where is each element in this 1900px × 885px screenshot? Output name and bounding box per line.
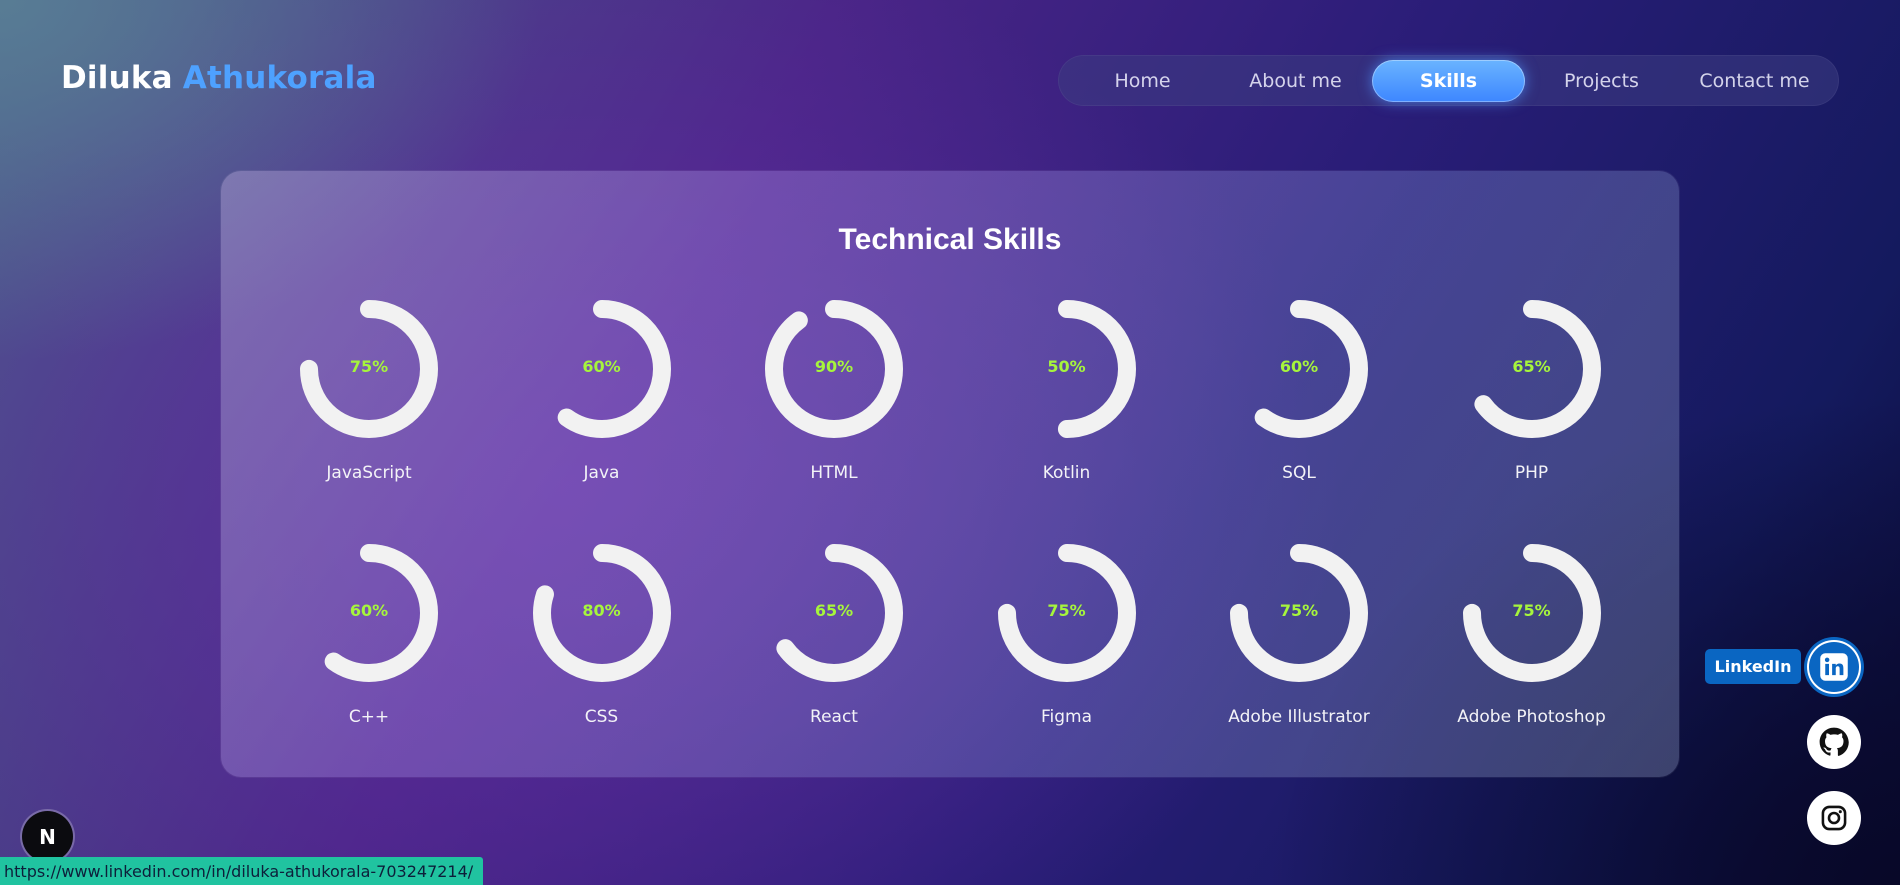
skill-name: SQL xyxy=(1282,463,1316,483)
skill-item: 65% PHP xyxy=(1432,299,1632,483)
skill-percent: 60% xyxy=(582,357,621,376)
skill-progress-ring: 60% xyxy=(299,543,439,683)
nav-projects[interactable]: Projects xyxy=(1525,60,1678,102)
skill-name: React xyxy=(810,707,858,727)
skill-progress-ring: 60% xyxy=(532,299,672,439)
skill-percent: 60% xyxy=(349,601,389,620)
nav-home[interactable]: Home xyxy=(1066,60,1219,102)
site-logo[interactable]: Diluka Athukorala xyxy=(61,60,377,96)
skill-item: 60% SQL xyxy=(1199,299,1399,483)
skill-item: 75% Figma xyxy=(967,543,1167,727)
skill-item: 60% C++ xyxy=(269,543,469,727)
skill-progress-ring: 75% xyxy=(1462,543,1602,683)
skill-name: JavaScript xyxy=(326,463,412,483)
linkedin-icon xyxy=(1820,653,1848,681)
main-nav: Home About me Skills Projects Contact me xyxy=(1058,55,1839,106)
github-button[interactable] xyxy=(1807,715,1861,769)
skill-name: Kotlin xyxy=(1042,463,1091,483)
instagram-icon xyxy=(1821,805,1847,831)
skill-item: 50% Kotlin xyxy=(967,299,1167,483)
skill-progress-ring: 80% xyxy=(532,543,672,683)
skill-progress-ring: 75% xyxy=(1229,543,1369,683)
skill-progress-ring: 50% xyxy=(997,299,1137,439)
skill-item: 90% HTML xyxy=(734,299,934,483)
skill-item: 75% Adobe Photoshop xyxy=(1432,543,1632,727)
skill-percent: 80% xyxy=(582,601,621,620)
skill-progress-ring: 60% xyxy=(1229,299,1369,439)
skill-name: Adobe Illustrator xyxy=(1228,707,1370,727)
skill-name: Figma xyxy=(1040,707,1093,727)
skill-name: Java xyxy=(583,463,620,483)
instagram-button[interactable] xyxy=(1807,791,1861,845)
skill-item: 75% Adobe Illustrator xyxy=(1199,543,1399,727)
skill-name: PHP xyxy=(1514,463,1549,483)
nav-about[interactable]: About me xyxy=(1219,60,1372,102)
skills-card: Technical Skills 75% JavaScript 60% Java 90%… xyxy=(221,171,1679,777)
linkedin-button[interactable] xyxy=(1807,640,1861,694)
skill-percent: 75% xyxy=(349,357,389,376)
skill-item: 80% CSS xyxy=(502,543,702,727)
nav-contact[interactable]: Contact me xyxy=(1678,60,1831,102)
skill-progress-ring: 75% xyxy=(997,543,1137,683)
skill-percent: 65% xyxy=(1512,357,1551,376)
linkedin-tooltip: LinkedIn xyxy=(1705,649,1801,684)
skill-name: CSS xyxy=(584,707,619,727)
skills-title: Technical Skills xyxy=(838,223,1062,256)
brand-last-name: Athukorala xyxy=(182,60,377,96)
skill-progress-ring: 65% xyxy=(1462,299,1602,439)
skill-progress-ring: 65% xyxy=(764,543,904,683)
skill-name: C++ xyxy=(348,707,390,727)
skill-item: 65% React xyxy=(734,543,934,727)
skill-percent: 75% xyxy=(1512,601,1551,620)
skill-name: HTML xyxy=(810,463,858,483)
nav-skills[interactable]: Skills xyxy=(1372,59,1525,102)
skill-percent: 90% xyxy=(814,357,854,376)
skill-item: 75% JavaScript xyxy=(269,299,469,483)
skill-percent: 65% xyxy=(814,601,854,620)
skill-percent: 75% xyxy=(1279,601,1319,620)
skill-progress-ring: 90% xyxy=(764,299,904,439)
nextjs-dev-badge[interactable]: N xyxy=(22,811,73,862)
skill-item: 60% Java xyxy=(502,299,702,483)
brand-first-name: Diluka xyxy=(61,60,173,96)
skill-name: Adobe Photoshop xyxy=(1457,707,1606,727)
skill-percent: 60% xyxy=(1279,357,1319,376)
github-icon xyxy=(1819,727,1849,756)
skill-percent: 75% xyxy=(1047,601,1086,620)
skill-percent: 50% xyxy=(1047,357,1086,376)
link-status-bar: https://www.linkedin.com/in/diluka-athuk… xyxy=(0,857,484,885)
skill-progress-ring: 75% xyxy=(299,299,439,439)
